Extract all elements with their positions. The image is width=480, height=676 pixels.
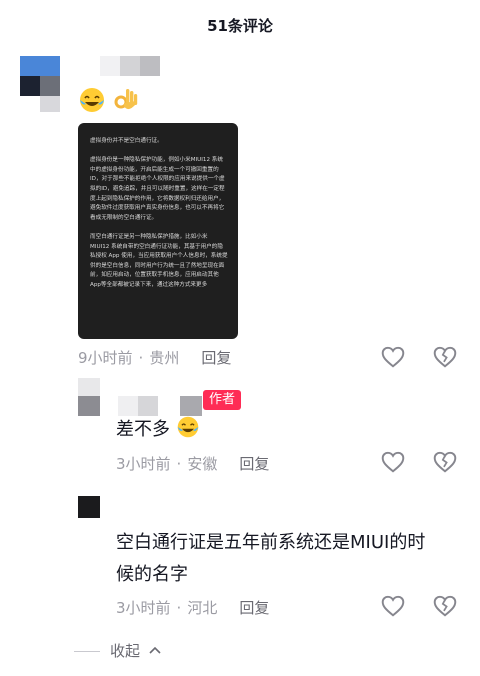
comments-header: 51条评论: [0, 0, 480, 50]
avatar[interactable]: [20, 56, 60, 112]
ok-hand-emoji: [114, 89, 138, 110]
reply-button[interactable]: 回复: [239, 455, 269, 473]
username-pixelated[interactable]: [100, 56, 160, 76]
comment-time: 3小时前: [116, 599, 171, 617]
comment-attached-image[interactable]: 虚拟身份并不是空白通行证。 虚拟身份是一种隐私保护功能，例如小米MIUI12 系…: [78, 123, 238, 339]
comment-time: 3小时前: [116, 455, 171, 473]
comment3-text-line1: 空白通行证是五年前系统还是MIUI的时: [116, 532, 426, 553]
reply-button[interactable]: 回复: [201, 349, 231, 367]
username-pixelated[interactable]: [118, 396, 202, 416]
heart-outline-icon[interactable]: [380, 344, 406, 370]
comment2-text-block: 差不多: [116, 414, 200, 446]
avatar[interactable]: [78, 378, 100, 416]
laughing-tears-emoji: [177, 416, 199, 438]
comment-location: 安徽: [187, 455, 218, 473]
broken-heart-icon[interactable]: [432, 344, 458, 370]
comment-location: 贵州: [149, 349, 180, 367]
comment-location: 河北: [187, 599, 218, 617]
image-article-text: 虚拟身份并不是空白通行证。 虚拟身份是一种隐私保护功能，例如小米MIUI12 系…: [90, 138, 228, 288]
comment2-meta: 3小时前 · 安徽 回复: [116, 455, 270, 473]
comment-time: 9小时前: [78, 349, 133, 367]
comments-count-title: 51条评论: [207, 17, 273, 35]
divider-line: [74, 651, 100, 652]
reply-button[interactable]: 回复: [239, 599, 269, 617]
broken-heart-icon[interactable]: [432, 449, 458, 475]
heart-outline-icon[interactable]: [380, 593, 406, 619]
broken-heart-icon[interactable]: [432, 593, 458, 619]
chevron-up-icon: [149, 646, 161, 654]
comment2-text: 差不多: [116, 419, 170, 440]
comment3-meta: 3小时前 · 河北 回复: [116, 599, 270, 617]
comment3-text: 空白通行证是五年前系统还是MIUI的时 候的名字: [116, 527, 456, 591]
laughing-tears-emoji: [80, 88, 104, 112]
avatar[interactable]: [78, 496, 100, 518]
collapse-label: 收起: [110, 642, 141, 660]
collapse-replies-button[interactable]: 收起: [74, 640, 162, 661]
comment1-emojis: [78, 86, 139, 116]
comment3-text-line2: 候的名字: [116, 564, 188, 585]
author-badge: 作者: [203, 390, 241, 410]
comment1-meta: 9小时前 · 贵州 回复: [78, 349, 232, 367]
heart-outline-icon[interactable]: [380, 449, 406, 475]
